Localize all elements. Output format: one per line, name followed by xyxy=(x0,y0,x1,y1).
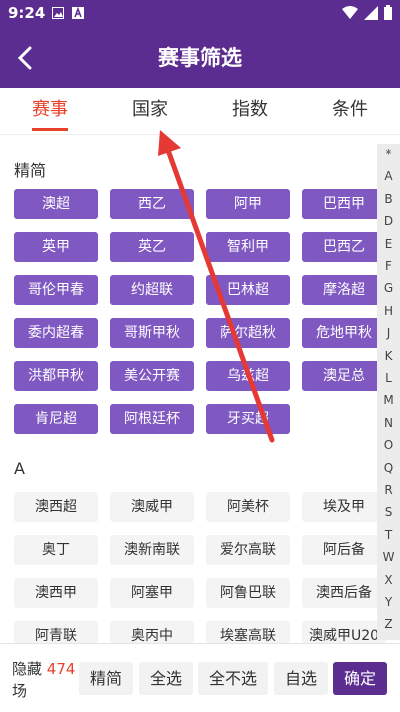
tab-countries[interactable]: 国家 xyxy=(100,88,200,134)
tab-index[interactable]: 指数 xyxy=(200,88,300,134)
status-icons xyxy=(342,5,392,20)
text-app-icon xyxy=(72,7,84,19)
league-chip[interactable]: 阿鲁巴联 xyxy=(206,578,290,608)
alphabet-letter[interactable]: W xyxy=(377,550,400,564)
hidden-count-label: 隐藏 474 场 xyxy=(12,658,75,702)
league-chip[interactable]: 委内超春 xyxy=(14,318,98,348)
alphabet-letter[interactable]: Z xyxy=(377,617,400,631)
league-chip[interactable]: 阿塞甲 xyxy=(110,578,194,608)
league-chip[interactable]: 哥伦甲春 xyxy=(14,275,98,305)
bottom-action-bar: 隐藏 474 场 精简 全选 全不选 自选 确定 xyxy=(0,643,400,712)
tab-label: 赛事 xyxy=(32,99,68,120)
league-chip[interactable]: 摩洛超 xyxy=(302,275,386,305)
alphabet-letter[interactable]: D xyxy=(377,214,400,228)
league-chip[interactable]: 美公开赛 xyxy=(110,361,194,391)
league-chip[interactable]: 乌兹超 xyxy=(206,361,290,391)
tab-label: 条件 xyxy=(332,99,368,120)
league-chip[interactable]: 西乙 xyxy=(110,189,194,219)
league-chip[interactable]: 阿后备 xyxy=(302,535,386,565)
section-title-a: A xyxy=(14,459,25,478)
league-chip[interactable]: 约超联 xyxy=(110,275,194,305)
alphabet-letter[interactable]: A xyxy=(377,169,400,183)
alphabet-letter[interactable]: E xyxy=(377,237,400,251)
league-chip[interactable]: 危地甲秋 xyxy=(302,318,386,348)
league-chip[interactable]: 澳西甲 xyxy=(14,578,98,608)
league-chip[interactable]: 巴西乙 xyxy=(302,232,386,262)
league-chip[interactable]: 澳西后备 xyxy=(302,578,386,608)
alphabet-letter[interactable]: M xyxy=(377,393,400,407)
alphabet-letter[interactable]: T xyxy=(377,528,400,542)
tab-label: 国家 xyxy=(132,99,168,120)
alphabet-letter[interactable]: K xyxy=(377,349,400,363)
alphabet-letter[interactable]: S xyxy=(377,505,400,519)
league-chip[interactable]: 英甲 xyxy=(14,232,98,262)
app-bar: 赛事筛选 xyxy=(0,26,400,88)
alphabet-letter[interactable]: G xyxy=(377,281,400,295)
league-chip[interactable]: 洪都甲秋 xyxy=(14,361,98,391)
custom-select-button[interactable]: 自选 xyxy=(274,662,328,695)
league-chip[interactable]: 牙买超 xyxy=(206,404,290,434)
tab-conditions[interactable]: 条件 xyxy=(300,88,400,134)
signal-icon xyxy=(364,5,378,20)
wifi-icon xyxy=(342,5,358,19)
league-chip[interactable]: 阿美杯 xyxy=(206,492,290,522)
select-none-button[interactable]: 全不选 xyxy=(198,662,268,695)
image-icon xyxy=(52,7,64,19)
simplified-button[interactable]: 精简 xyxy=(79,662,133,695)
league-chip[interactable]: 奥丁 xyxy=(14,535,98,565)
tab-events[interactable]: 赛事 xyxy=(0,88,100,134)
league-chip[interactable]: 澳足总 xyxy=(302,361,386,391)
hidden-prefix: 隐藏 xyxy=(12,660,43,678)
league-chip[interactable]: 爱尔高联 xyxy=(206,535,290,565)
alphabet-letter[interactable]: J xyxy=(377,326,400,340)
section-title-featured: 精简 xyxy=(14,161,47,180)
league-chip[interactable]: 阿根廷杯 xyxy=(110,404,194,434)
select-all-button[interactable]: 全选 xyxy=(139,662,193,695)
status-time: 9:24 xyxy=(8,4,46,22)
battery-icon xyxy=(384,5,392,20)
status-bar: 9:24 xyxy=(0,0,400,26)
alphabet-letter[interactable]: Y xyxy=(377,595,400,609)
page-title: 赛事筛选 xyxy=(158,46,242,70)
league-chip[interactable]: 英乙 xyxy=(110,232,194,262)
tab-bar: 赛事 国家 指数 条件 xyxy=(0,88,400,135)
league-chip[interactable]: 萨尔超秋 xyxy=(206,318,290,348)
league-chip[interactable]: 巴西甲 xyxy=(302,189,386,219)
league-chip[interactable]: 巴林超 xyxy=(206,275,290,305)
league-chip[interactable]: 埃及甲 xyxy=(302,492,386,522)
alphabet-letter[interactable]: B xyxy=(377,192,400,206)
hidden-count: 474 xyxy=(46,660,76,678)
league-chip[interactable]: 澳新南联 xyxy=(110,535,194,565)
league-chip[interactable]: 澳威甲 xyxy=(110,492,194,522)
tab-underline xyxy=(32,128,68,131)
league-chip[interactable]: 肯尼超 xyxy=(14,404,98,434)
tab-label: 指数 xyxy=(232,99,268,120)
alphabet-letter[interactable]: * xyxy=(377,147,400,161)
alphabet-letter[interactable]: H xyxy=(377,304,400,318)
alphabet-index[interactable]: * A B D E F G H J K L M N O Q R S T W X Y Z xyxy=(377,144,400,640)
league-chip[interactable]: 哥斯甲秋 xyxy=(110,318,194,348)
alphabet-letter[interactable]: F xyxy=(377,259,400,273)
alphabet-letter[interactable]: Q xyxy=(377,461,400,475)
hidden-suffix: 场 xyxy=(12,682,28,700)
league-chip[interactable]: 智利甲 xyxy=(206,232,290,262)
alphabet-letter[interactable]: N xyxy=(377,416,400,430)
alphabet-letter[interactable]: L xyxy=(377,371,400,385)
alphabet-letter[interactable]: R xyxy=(377,483,400,497)
alphabet-letter[interactable]: X xyxy=(377,573,400,587)
alphabet-letter[interactable]: O xyxy=(377,438,400,452)
confirm-button[interactable]: 确定 xyxy=(333,662,387,695)
league-chip[interactable]: 阿甲 xyxy=(206,189,290,219)
league-chip[interactable]: 澳西超 xyxy=(14,492,98,522)
league-chip[interactable]: 澳超 xyxy=(14,189,98,219)
